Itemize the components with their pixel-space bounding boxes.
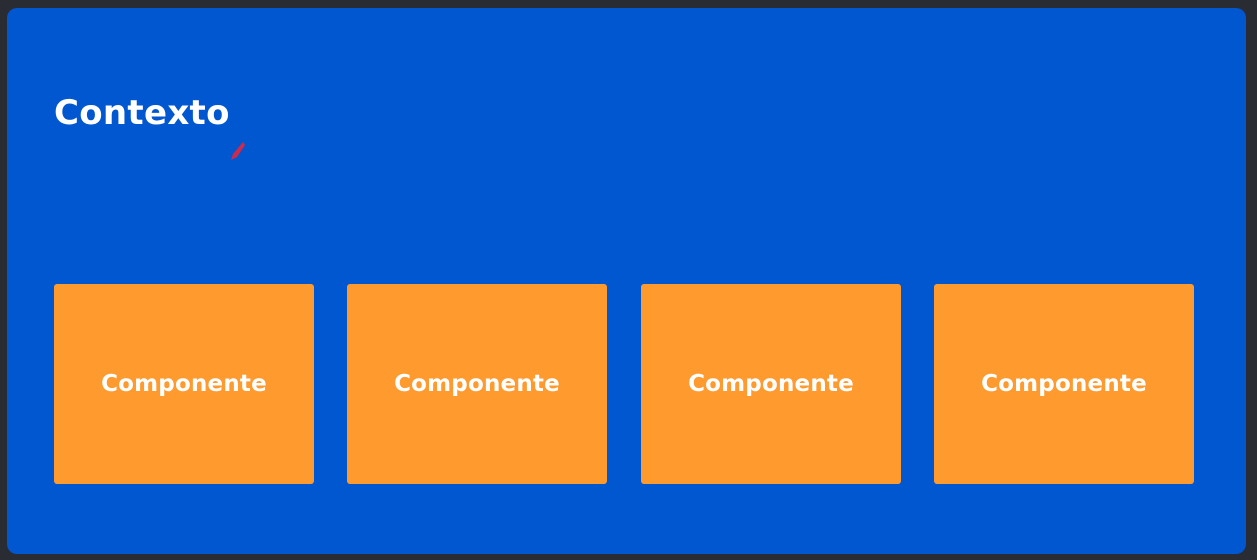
component-box-1: Componente [54, 284, 314, 484]
component-row: Componente Componente Componente Compone… [54, 284, 1195, 484]
context-title: Contexto [54, 93, 230, 133]
slide-frame: Contexto Componente Componente Component… [0, 0, 1257, 560]
component-label-4: Componente [981, 371, 1147, 397]
component-box-2: Componente [347, 284, 607, 484]
component-label-2: Componente [394, 371, 560, 397]
component-label-3: Componente [688, 371, 854, 397]
laser-pointer-icon [231, 142, 245, 160]
component-label-1: Componente [101, 371, 267, 397]
component-box-3: Componente [641, 284, 901, 484]
component-box-4: Componente [934, 284, 1194, 484]
context-container: Contexto Componente Componente Component… [7, 8, 1246, 554]
